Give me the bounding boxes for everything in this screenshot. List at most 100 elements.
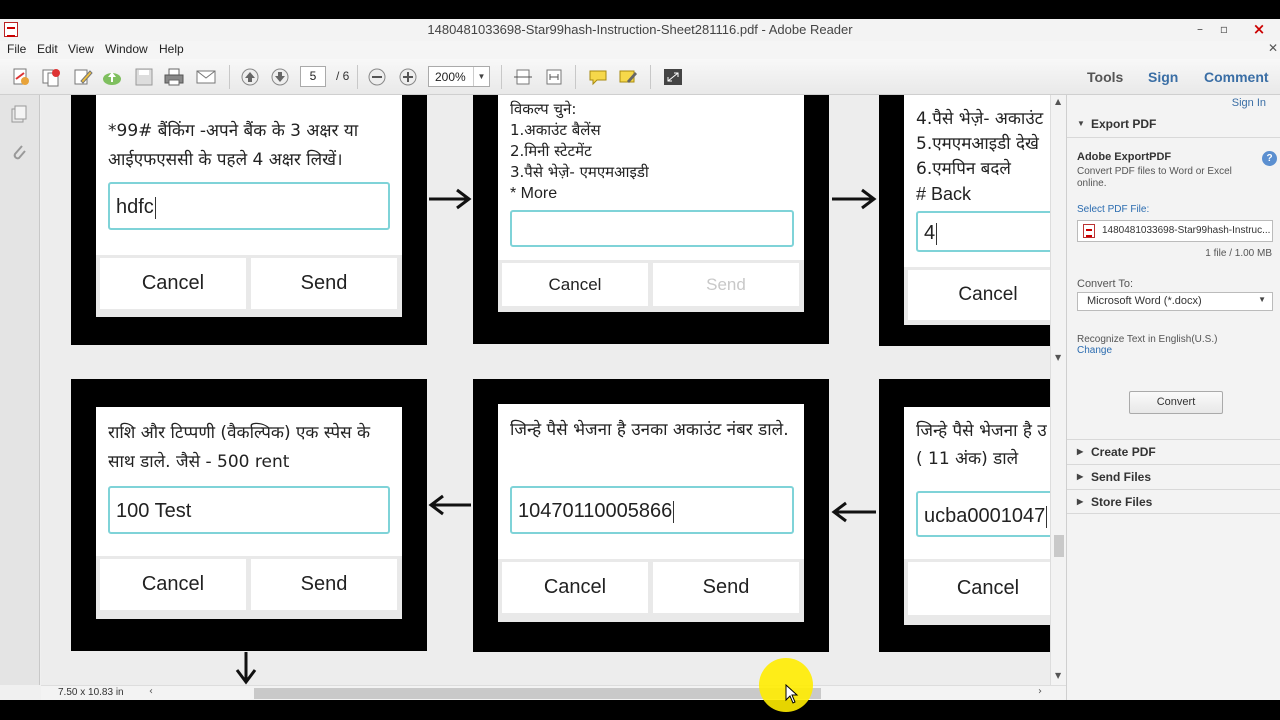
scroll-up-icon[interactable]: ▲ <box>1055 97 1061 106</box>
dialog-buttons: Cancel Send <box>96 255 402 317</box>
text-caret <box>1046 505 1048 528</box>
collapsed-triangle-icon: ▶ <box>1077 497 1084 506</box>
vertical-scrollbar[interactable]: ▲ ▼ ▼ <box>1050 95 1066 685</box>
menu-line: विकल्प चुने: <box>510 100 577 118</box>
menu-view[interactable]: View <box>68 42 94 56</box>
phone-screen-4: राशि और टिप्पणी (वैकल्पिक) एक स्पेस के स… <box>71 379 427 651</box>
convert-to-label: Convert To: <box>1077 278 1134 290</box>
recognize-text-label: Recognize Text in English(U.S.) <box>1077 334 1218 345</box>
dialog-buttons: Cancel Send <box>498 260 804 312</box>
cancel-button[interactable]: Cancel <box>908 562 1050 615</box>
previous-page-icon[interactable] <box>239 67 261 87</box>
save-icon[interactable] <box>133 67 155 87</box>
highlight-icon[interactable] <box>617 67 639 87</box>
sign-in-link[interactable]: Sign In <box>1232 97 1266 109</box>
close-document-icon[interactable]: ✕ <box>1268 41 1278 55</box>
combine-files-icon[interactable] <box>40 67 62 87</box>
attachments-icon[interactable] <box>10 143 28 163</box>
scroll-left-icon[interactable]: ‹ <box>149 686 153 697</box>
menu-help[interactable]: Help <box>159 42 184 56</box>
input-value: hdfc <box>116 196 156 219</box>
store-files-header[interactable]: ▶ Store Files <box>1067 489 1280 514</box>
dialog-message: *99# बैंकिंग -अपने बैंक के 3 अक्षर या आई… <box>108 121 359 170</box>
menu-line: 1.अकाउंट बैलेंस <box>510 121 601 139</box>
menu-edit[interactable]: Edit <box>37 42 58 56</box>
dialog-input[interactable]: hdfc <box>108 182 390 230</box>
text-caret <box>936 222 938 245</box>
mouse-pointer-icon <box>785 684 799 704</box>
full-screen-icon[interactable] <box>662 67 684 87</box>
input-text: ucba0001047 <box>924 505 1046 527</box>
send-files-header[interactable]: ▶ Send Files <box>1067 464 1280 489</box>
cancel-button[interactable]: Cancel <box>100 258 246 309</box>
input-text: hdfc <box>116 196 154 218</box>
menu-line: 2.मिनी स्टेटमेंट <box>510 142 592 160</box>
dialog-message: विकल्प चुने: 1.अकाउंट बैलेंस 2.मिनी स्टे… <box>510 99 796 204</box>
cancel-button[interactable]: Cancel <box>502 263 648 306</box>
menu-window[interactable]: Window <box>105 42 148 56</box>
chevron-down-icon[interactable]: ▼ <box>473 67 489 86</box>
create-pdf-icon[interactable] <box>10 67 32 87</box>
zoom-in-icon[interactable] <box>397 67 419 87</box>
expanded-triangle-icon: ▼ <box>1077 119 1085 128</box>
tab-comment[interactable]: Comment <box>1204 69 1269 85</box>
horizontal-scrollbar[interactable]: ‹ › <box>41 685 1066 700</box>
convert-to-select[interactable]: Microsoft Word (*.docx) ▼ <box>1077 292 1273 311</box>
export-pdf-header[interactable]: ▼ Export PDF <box>1067 112 1280 137</box>
toolbar-separator <box>229 65 230 89</box>
email-icon[interactable] <box>195 67 217 87</box>
comment-icon[interactable] <box>587 67 609 87</box>
scroll-down-icon[interactable]: ▼ <box>1055 671 1061 680</box>
selected-file-field[interactable]: 1480481033698-Star99hash-Instruc... <box>1077 220 1273 242</box>
top-black-strip <box>0 0 1280 19</box>
dialog-message: राशि और टिप्पणी (वैकल्पिक) एक स्पेस के स… <box>108 423 371 472</box>
cancel-button[interactable]: Cancel <box>908 270 1050 320</box>
menu-line: * More <box>510 185 558 202</box>
store-files-label: Store Files <box>1091 495 1153 509</box>
help-icon[interactable]: ? <box>1262 151 1277 166</box>
page-number-input[interactable]: 5 <box>300 66 326 87</box>
print-icon[interactable] <box>163 67 185 87</box>
next-page-icon[interactable] <box>269 67 291 87</box>
cancel-button[interactable]: Cancel <box>100 559 246 610</box>
send-button[interactable]: Send <box>251 559 397 610</box>
convert-button[interactable]: Convert <box>1129 391 1223 414</box>
dialog-input[interactable]: ucba0001047 <box>916 491 1050 537</box>
document-view[interactable]: *99# बैंकिंग -अपने बैंक के 3 अक्षर या आई… <box>41 95 1050 685</box>
fit-width-icon[interactable] <box>543 67 565 87</box>
vertical-scroll-thumb[interactable] <box>1054 535 1064 557</box>
create-pdf-header[interactable]: ▶ Create PDF <box>1067 439 1280 464</box>
ussd-dialog: जिन्हे पैसे भेजना है उनका अकाउंट नंबर डा… <box>498 404 804 622</box>
menu-file[interactable]: File <box>7 42 26 56</box>
create-pdf-label: Create PDF <box>1091 445 1156 459</box>
send-button[interactable]: Send <box>653 562 799 613</box>
dialog-input[interactable]: 4 <box>916 211 1050 252</box>
restore-icon[interactable]: ▫ <box>1210 19 1238 39</box>
send-button[interactable]: Send <box>251 258 397 309</box>
export-pdf-body: Adobe ExportPDF Convert PDF files to Wor… <box>1077 151 1277 190</box>
input-value: 10470110005866 <box>518 500 675 523</box>
edit-pdf-icon[interactable] <box>72 67 94 87</box>
ussd-dialog: विकल्प चुने: 1.अकाउंट बैलेंस 2.मिनी स्टे… <box>498 95 804 312</box>
dialog-input[interactable] <box>510 210 794 247</box>
cancel-button[interactable]: Cancel <box>502 562 648 613</box>
horizontal-scroll-thumb[interactable] <box>254 688 821 699</box>
page-thumbnails-icon[interactable] <box>10 105 28 125</box>
zoom-out-icon[interactable] <box>366 67 388 87</box>
change-link[interactable]: Change <box>1077 345 1112 356</box>
menu-line: 4.पैसे भेज़े- अकाउंट <box>916 109 1044 129</box>
select-pdf-label: Select PDF File: <box>1077 204 1150 215</box>
tab-sign[interactable]: Sign <box>1148 69 1178 85</box>
ussd-dialog: *99# बैंकिंग -अपने बैंक के 3 अक्षर या आई… <box>96 95 402 317</box>
dialog-input[interactable]: 10470110005866 <box>510 486 794 534</box>
upload-cloud-icon[interactable] <box>101 67 123 87</box>
scroll-right-icon[interactable]: › <box>1038 686 1042 697</box>
dialog-input[interactable]: 100 Test <box>108 486 390 534</box>
fit-page-icon[interactable] <box>512 67 534 87</box>
export-title: Adobe ExportPDF <box>1077 151 1172 163</box>
close-icon[interactable]: × <box>1238 19 1280 39</box>
zoom-select[interactable]: 200% ▼ <box>428 66 490 87</box>
arrow-down-icon <box>235 652 257 685</box>
tab-tools[interactable]: Tools <box>1087 69 1123 85</box>
send-button[interactable]: Send <box>653 263 799 306</box>
